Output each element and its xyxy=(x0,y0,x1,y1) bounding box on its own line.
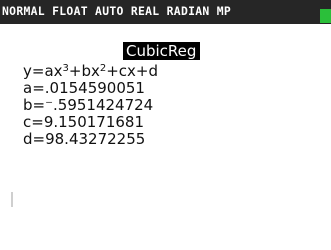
regression-equation: y=ax3+bx2+cx+d xyxy=(23,63,158,80)
coefficient-d: d=98.43272255 xyxy=(23,130,146,148)
battery-icon xyxy=(320,9,331,23)
equation-suffix: +cx+d xyxy=(106,62,159,80)
coefficient-a: a=.0154590051 xyxy=(23,79,145,97)
coefficient-b: b=⁻.5951424724 xyxy=(23,96,154,114)
calculator-screen: NORMAL FLOAT AUTO REAL RADIAN MP CubicRe… xyxy=(0,0,331,250)
cursor-mark xyxy=(11,192,13,207)
status-bar: NORMAL FLOAT AUTO REAL RADIAN MP xyxy=(0,0,331,24)
regression-title: CubicReg xyxy=(123,42,201,60)
coefficient-c: c=9.150171681 xyxy=(23,113,145,131)
mode-status-text: NORMAL FLOAT AUTO REAL RADIAN MP xyxy=(2,4,232,18)
equation-middle: +bx xyxy=(68,62,100,80)
equation-prefix: y=ax xyxy=(23,62,63,80)
